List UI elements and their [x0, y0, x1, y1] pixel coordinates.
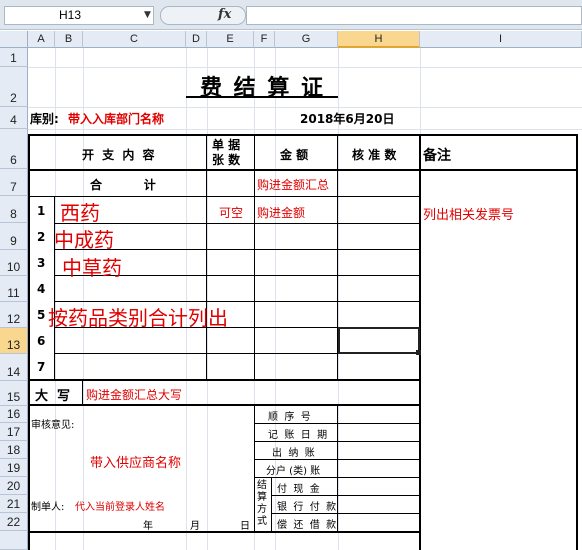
line-name: 按药品类别合计列出 [48, 306, 228, 330]
column-header-c[interactable]: C [83, 31, 186, 48]
sub-account-label: 分户 (类) 账 [266, 466, 321, 477]
review-label: 审核意见: [31, 420, 75, 431]
column-header-f[interactable]: F [254, 31, 275, 48]
selected-cell[interactable] [338, 327, 420, 354]
line-no: 6 [37, 334, 46, 348]
bank-pay-label: 银 行 付 款 [277, 502, 337, 513]
line-no: 3 [37, 256, 46, 270]
row-header[interactable]: 7 [0, 169, 28, 196]
name-box-dropdown-icon[interactable]: ▼ [144, 10, 151, 20]
maker-label: 制单人: [31, 502, 65, 513]
header-doc-count: 单 据 张 数 [212, 138, 241, 167]
row-header[interactable]: 19 [0, 459, 28, 477]
line-amount: 购进金额 [257, 206, 306, 220]
column-header-a[interactable]: A [28, 31, 55, 48]
line-doc: 可空 [219, 206, 244, 220]
total-label: 合 计 [90, 178, 156, 192]
title-underline [186, 96, 338, 98]
cashier-label: 出 纳 账 [272, 448, 315, 459]
line-no: 2 [37, 230, 46, 244]
date-month: 月 [190, 521, 200, 532]
line-no: 4 [37, 282, 46, 296]
date-year: 年 [143, 521, 153, 532]
line-no: 5 [37, 308, 46, 322]
row-header[interactable]: 6 [0, 129, 28, 169]
line-no: 1 [37, 204, 46, 218]
select-all-corner[interactable] [0, 31, 28, 48]
row-header[interactable]: 18 [0, 441, 28, 459]
line-no: 7 [37, 360, 46, 374]
row-header [0, 531, 28, 550]
name-box[interactable]: H13 [4, 6, 154, 25]
date-day: 日 [240, 521, 250, 532]
capital-value: 购进金额汇总大写 [86, 388, 183, 402]
storage-value: 带入入库部门名称 [68, 112, 165, 126]
row-header[interactable]: 22 [0, 513, 28, 531]
maker-value: 代入当前登录人姓名 [75, 502, 165, 513]
remarks-value: 列出相关发票号 [423, 208, 515, 223]
row-header[interactable]: 1 [0, 48, 28, 67]
row-header[interactable]: 11 [0, 276, 28, 302]
insert-function-icon[interactable]: fx [218, 7, 231, 22]
row-header[interactable]: 4 [0, 107, 28, 129]
line-name: 西药 [60, 201, 100, 225]
row-header-selected[interactable]: 13 [0, 328, 28, 354]
header-remarks: 备注 [423, 148, 451, 164]
row-header[interactable]: 2 [0, 67, 28, 107]
line-name: 中成药 [54, 228, 114, 252]
row-header[interactable]: 17 [0, 423, 28, 441]
row-header[interactable]: 8 [0, 196, 28, 223]
column-header-d[interactable]: D [186, 31, 207, 48]
column-header-b[interactable]: B [55, 31, 83, 48]
row-header[interactable]: 21 [0, 495, 28, 513]
total-amount: 购进金额汇总 [257, 178, 330, 192]
row-header[interactable]: 9 [0, 223, 28, 250]
formula-input[interactable] [246, 6, 582, 25]
seq-no-label: 顺 序 号 [268, 412, 311, 423]
line-name: 中草药 [62, 256, 122, 280]
form-date: 2018年6月20日 [300, 112, 395, 126]
column-header-e[interactable]: E [207, 31, 254, 48]
repay-loan-label: 偿 还 借 款 [277, 520, 337, 531]
fill-handle[interactable] [416, 350, 421, 355]
row-header[interactable]: 14 [0, 354, 28, 381]
column-header-g[interactable]: G [275, 31, 338, 48]
formula-controls [160, 6, 246, 25]
row-header[interactable]: 10 [0, 250, 28, 276]
column-header-i[interactable]: I [420, 31, 582, 48]
header-approved: 核 准 数 [352, 148, 397, 162]
row-header[interactable]: 20 [0, 477, 28, 495]
row-header[interactable]: 15 [0, 381, 28, 406]
account-date-label: 记 账 日 期 [268, 430, 328, 441]
row-header[interactable]: 16 [0, 406, 28, 423]
header-amount: 金 额 [280, 148, 309, 162]
settle-label: 结算方式 [257, 480, 267, 527]
capital-label: 大 写 [35, 389, 71, 404]
header-item: 开 支 内 容 [82, 148, 157, 162]
storage-label: 库别: [30, 112, 59, 126]
pay-cash-label: 付 现 金 [277, 484, 320, 495]
column-header-h[interactable]: H [338, 31, 420, 48]
supplier-value: 带入供应商名称 [90, 456, 182, 471]
row-header[interactable]: 12 [0, 302, 28, 328]
